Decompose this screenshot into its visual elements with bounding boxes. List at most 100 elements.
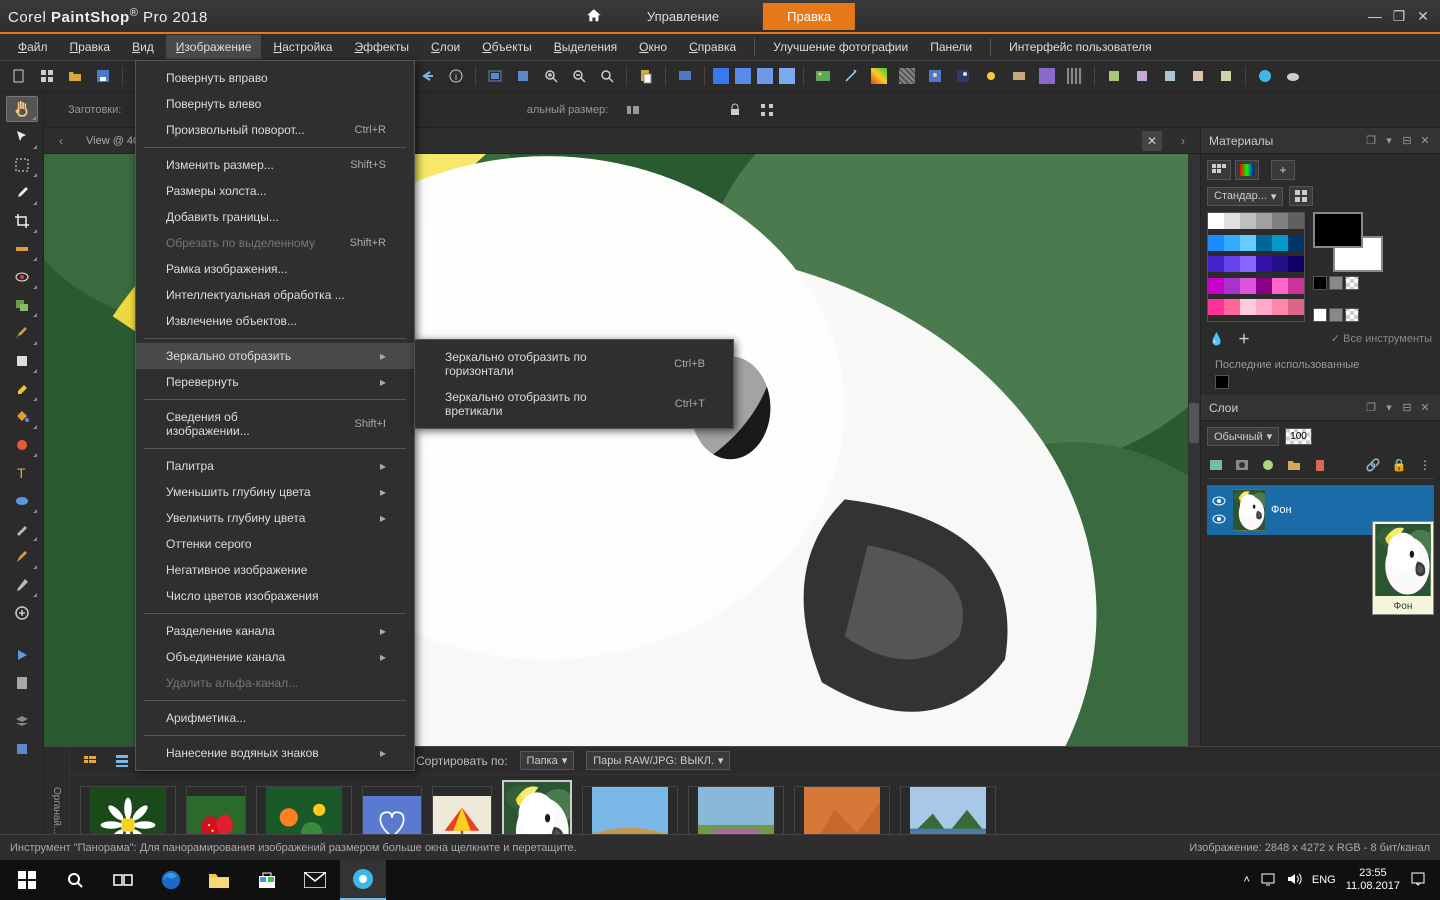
menu-item[interactable]: Увеличить глубину цвета▸ [136, 505, 414, 531]
menu-item[interactable]: Палитра▸ [136, 453, 414, 479]
clone-tool[interactable] [6, 292, 38, 318]
menu-item[interactable]: Объединение канала▸ [136, 644, 414, 670]
layers-icon[interactable] [6, 708, 38, 734]
menu-selections[interactable]: Выделения [544, 35, 627, 59]
submenu-item[interactable]: Зеркально отобразить по горизонталиCtrl+… [415, 344, 733, 384]
lighten-tool[interactable] [6, 348, 38, 374]
panel-menu-icon[interactable]: ▾ [1382, 134, 1396, 148]
swatch[interactable] [1224, 256, 1240, 272]
panel-pin-icon[interactable]: ⊟ [1400, 134, 1414, 148]
swatch[interactable] [1208, 213, 1224, 229]
info-icon[interactable]: i [445, 65, 467, 87]
sun-icon[interactable] [980, 65, 1002, 87]
blend-mode-select[interactable]: Обычный ▾ [1207, 427, 1279, 446]
minimize-button[interactable]: — [1366, 7, 1384, 25]
menu-item[interactable]: Размеры холста... [136, 178, 414, 204]
next-doc-icon[interactable]: › [1174, 132, 1192, 150]
tool4-icon[interactable] [1187, 65, 1209, 87]
brush-tool[interactable] [6, 320, 38, 346]
add-swatch-icon[interactable]: + [1271, 160, 1295, 180]
edge-icon[interactable] [148, 860, 194, 900]
menu-file[interactable]: Файл [8, 35, 58, 59]
fit-icon[interactable] [484, 65, 506, 87]
swatch[interactable] [1256, 213, 1272, 229]
swatches-tab-icon[interactable] [1207, 160, 1231, 180]
store-icon[interactable] [244, 860, 290, 900]
picker-tool[interactable] [6, 572, 38, 598]
task-view-icon[interactable] [100, 860, 146, 900]
swatch[interactable] [1240, 213, 1256, 229]
swatch[interactable] [1272, 278, 1288, 294]
swatch[interactable] [1288, 213, 1304, 229]
menu-item[interactable]: Число цветов изображения [136, 583, 414, 609]
tool5-icon[interactable] [1215, 65, 1237, 87]
menu-item[interactable]: Перевернуть▸ [136, 369, 414, 395]
swatch[interactable] [1224, 278, 1240, 294]
tool2-icon[interactable] [1131, 65, 1153, 87]
menu-item[interactable]: Рамка изображения... [136, 256, 414, 282]
grid2-icon[interactable] [756, 99, 778, 121]
portrait-icon[interactable] [924, 65, 946, 87]
swatch[interactable] [1256, 235, 1272, 251]
menu-layers[interactable]: Слои [421, 35, 470, 59]
menu-item[interactable]: Изменить размер...Shift+S [136, 152, 414, 178]
lock-layer-icon[interactable]: 🔒 [1390, 456, 1408, 474]
start-button[interactable] [4, 860, 50, 900]
redeye-tool[interactable] [6, 264, 38, 290]
prev-doc-icon[interactable]: ‹ [52, 132, 70, 150]
zoomin-icon[interactable] [540, 65, 562, 87]
menu-item[interactable]: Произвольный поворот...Ctrl+R [136, 117, 414, 143]
night-icon[interactable] [952, 65, 974, 87]
swatch[interactable] [1208, 256, 1224, 272]
swatch[interactable] [1208, 299, 1224, 315]
swatch[interactable] [1224, 213, 1240, 229]
opacity-input[interactable]: 100 [1285, 428, 1312, 445]
pan-tool[interactable] [6, 96, 38, 122]
search-icon[interactable] [52, 860, 98, 900]
org-list-icon[interactable] [80, 751, 100, 771]
mail-icon[interactable] [292, 860, 338, 900]
org-detail-icon[interactable] [112, 751, 132, 771]
layer-opts-icon[interactable]: ⋮ [1416, 456, 1434, 474]
swatch[interactable] [1240, 235, 1256, 251]
retouch-tool[interactable] [6, 432, 38, 458]
fill-tool[interactable] [6, 404, 38, 430]
palette-select[interactable]: Стандар... ▾ [1207, 187, 1283, 206]
menu-item[interactable]: Добавить границы... [136, 204, 414, 230]
raw-pairs-select[interactable]: Пары RAW/JPG: ВЫКЛ. ▾ [586, 751, 730, 770]
swatch[interactable] [1256, 256, 1272, 272]
menu-ui[interactable]: Интерфейс пользователя [999, 35, 1162, 59]
all-tools-check[interactable]: ✓ Все инструменты [1331, 332, 1432, 345]
layers-pin-icon[interactable]: ⊟ [1400, 401, 1414, 415]
menu-window[interactable]: Окно [629, 35, 677, 59]
menu-item[interactable]: Негативное изображение [136, 557, 414, 583]
menu-item[interactable]: Оттенки серого [136, 531, 414, 557]
menu-objects[interactable]: Объекты [472, 35, 542, 59]
swatch[interactable] [1272, 213, 1288, 229]
play-icon[interactable] [6, 642, 38, 668]
pointer-tool[interactable] [6, 124, 38, 150]
grid-icon[interactable] [36, 65, 58, 87]
add-color-icon[interactable]: ＋ [1238, 330, 1250, 347]
tab-edit[interactable]: Правка [763, 3, 855, 30]
recent-color-swatch[interactable] [1215, 375, 1229, 389]
effect1-icon[interactable] [1036, 65, 1058, 87]
panel-undock-icon[interactable]: ❐ [1364, 134, 1378, 148]
menu-edit[interactable]: Правка [60, 35, 121, 59]
swatch[interactable] [1272, 235, 1288, 251]
swatch[interactable] [1240, 299, 1256, 315]
menu-photo-enhance[interactable]: Улучшение фотографии [763, 35, 918, 59]
layers-close-icon[interactable]: ✕ [1418, 401, 1432, 415]
wand-icon[interactable] [840, 65, 862, 87]
swatch[interactable] [1208, 278, 1224, 294]
eyedrop-icon[interactable]: 💧 [1209, 332, 1224, 346]
menu-adjust[interactable]: Настройка [263, 35, 342, 59]
warp-tool[interactable] [6, 544, 38, 570]
tray-up-icon[interactable]: ˄ [1243, 874, 1249, 886]
menu-panels[interactable]: Панели [920, 35, 982, 59]
save-icon[interactable] [92, 65, 114, 87]
palette-grid-icon[interactable] [1289, 186, 1313, 206]
new-mask-icon[interactable] [1233, 456, 1251, 474]
paste-icon[interactable] [635, 65, 657, 87]
bg-mini-swatches[interactable] [1313, 308, 1383, 322]
